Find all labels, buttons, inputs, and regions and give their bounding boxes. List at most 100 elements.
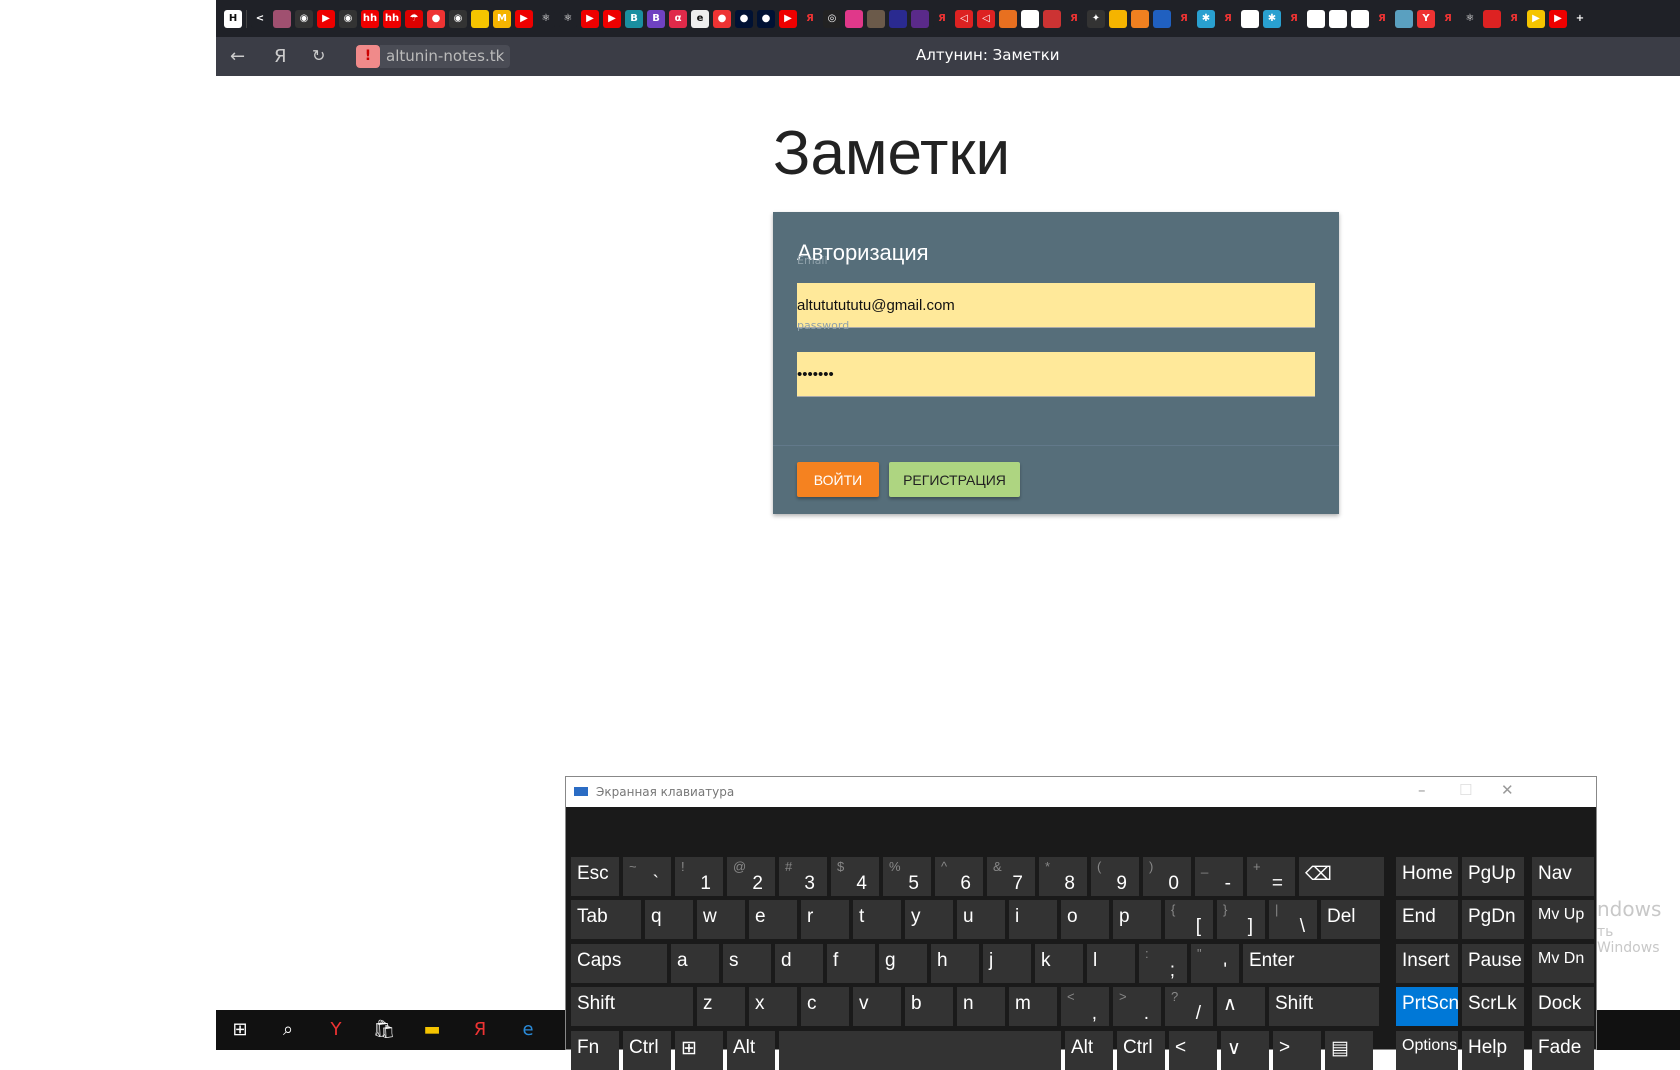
chart-icon[interactable] (1109, 9, 1127, 28)
map-pin-icon[interactable]: ● (713, 9, 731, 28)
key-e[interactable]: e (749, 900, 797, 939)
yandex-browser-icon[interactable]: Y (1417, 9, 1435, 28)
key-o[interactable]: o (1061, 900, 1109, 939)
yandex-icon[interactable]: Я (468, 1018, 492, 1042)
key-/[interactable]: ? / (1165, 987, 1213, 1026)
key-dock[interactable]: Dock (1532, 987, 1594, 1026)
key-Alt[interactable]: Alt (727, 1031, 775, 1070)
soundwave-icon[interactable] (273, 9, 291, 28)
key-8[interactable]: * 8 (1039, 857, 1087, 896)
key-v[interactable]: v (853, 987, 901, 1026)
pdf-icon[interactable]: e (691, 9, 709, 28)
key-Alt[interactable]: Alt (1065, 1031, 1113, 1070)
reload-icon[interactable]: ↻ (312, 46, 325, 65)
key-⌫[interactable]: ⌫ (1299, 857, 1384, 896)
key-m[interactable]: m (1009, 987, 1057, 1026)
key-scrlk[interactable]: ScrLk (1462, 987, 1524, 1026)
address-bar[interactable]: altunin-notes.tk (380, 45, 511, 68)
key-home[interactable]: Home (1396, 857, 1458, 896)
youtube-icon[interactable]: ▶ (779, 9, 797, 28)
key-pause[interactable]: Pause (1462, 944, 1524, 983)
email-field[interactable] (797, 283, 1315, 328)
close-icon[interactable]: ✕ (1501, 781, 1514, 799)
minimize-icon[interactable]: – (1418, 781, 1426, 799)
key-g[interactable]: g (879, 944, 927, 983)
key-Enter[interactable]: Enter (1243, 944, 1380, 983)
key-l[interactable]: l (1087, 944, 1135, 983)
key-3[interactable]: #3 (779, 857, 827, 896)
key-2[interactable]: @2 (727, 857, 775, 896)
key-∨[interactable]: ∨ (1221, 1031, 1269, 1070)
key-Caps[interactable]: Caps (571, 944, 667, 983)
password-field[interactable] (797, 352, 1315, 397)
key-▤[interactable]: ▤ (1325, 1031, 1373, 1070)
red-book-icon[interactable] (1483, 9, 1501, 28)
yandex-icon[interactable]: Я (1175, 9, 1193, 28)
yandex-browser-icon[interactable]: Y (324, 1018, 348, 1042)
triangle-red-icon[interactable]: ◁ (955, 9, 973, 28)
key-r[interactable]: r (801, 900, 849, 939)
key-,[interactable]: <, (1061, 987, 1109, 1026)
h-logo-icon[interactable]: H (224, 9, 242, 28)
react-b-icon[interactable]: B (625, 9, 643, 28)
key-t[interactable]: t (853, 900, 901, 939)
key-k[interactable]: k (1035, 944, 1083, 983)
rocket-icon[interactable] (1043, 9, 1061, 28)
store-icon[interactable]: 🛍 (372, 1018, 396, 1042)
key-Shift[interactable]: Shift (571, 987, 693, 1026)
key-;[interactable]: :; (1139, 944, 1187, 983)
circle-blue-icon[interactable] (889, 9, 907, 28)
key-0[interactable]: ) 0 (1143, 857, 1191, 896)
github-icon[interactable]: ◉ (339, 9, 357, 28)
react-icon[interactable]: ⚛ (559, 9, 577, 28)
key-z[interactable]: z (697, 987, 745, 1026)
key-options[interactable]: Options (1396, 1031, 1458, 1070)
key-fade[interactable]: Fade (1532, 1031, 1594, 1070)
snowflake-icon[interactable]: ✱ (1263, 9, 1281, 28)
key-mv-up[interactable]: Mv Up (1532, 900, 1594, 939)
key-nav[interactable]: Nav (1532, 857, 1594, 896)
key-1[interactable]: ! 1 (675, 857, 723, 896)
bootstrap-icon[interactable]: B (647, 9, 665, 28)
key-.[interactable]: >. (1113, 987, 1161, 1026)
youtube-icon[interactable]: ▶ (515, 9, 533, 28)
github-icon[interactable]: ◉ (449, 9, 467, 28)
key-∧[interactable]: ∧ (1217, 987, 1265, 1026)
key-Tab[interactable]: Tab (571, 900, 641, 939)
login-button[interactable]: ВОЙТИ (797, 462, 879, 497)
yandex-icon[interactable]: Я (1439, 9, 1457, 28)
key-n[interactable]: n (957, 987, 1005, 1026)
key-5[interactable]: % 5 (883, 857, 931, 896)
yandex-icon[interactable]: Я (274, 46, 287, 67)
yandex-icon[interactable]: Я (1285, 9, 1303, 28)
key-Ctrl[interactable]: Ctrl (623, 1031, 671, 1070)
yandex-icon[interactable]: Я (1219, 9, 1237, 28)
key-pgdn[interactable]: PgDn (1462, 900, 1524, 939)
maff-icon[interactable] (911, 9, 929, 28)
key-mv-dn[interactable]: Mv Dn (1532, 944, 1594, 983)
key-w[interactable]: w (697, 900, 745, 939)
triangle-red-icon[interactable]: ◁ (977, 9, 995, 28)
pin-blue-icon[interactable]: ● (735, 9, 753, 28)
doc-icon[interactable] (1021, 9, 1039, 28)
key-insert[interactable]: Insert (1396, 944, 1458, 983)
yellow-doc-icon[interactable] (471, 9, 489, 28)
maximize-icon[interactable]: ☐ (1459, 781, 1472, 799)
key-6[interactable]: ^ 6 (935, 857, 983, 896)
fox-icon[interactable] (999, 9, 1017, 28)
key-i[interactable]: i (1009, 900, 1057, 939)
react-icon[interactable]: ⚛ (1461, 9, 1479, 28)
wave-icon[interactable] (1153, 9, 1171, 28)
key-`[interactable]: ~ ` (623, 857, 671, 896)
umbrella-icon[interactable]: ☂ (405, 9, 423, 28)
key-h[interactable]: h (931, 944, 979, 983)
pin-blue-icon[interactable]: ● (757, 9, 775, 28)
key-d[interactable]: d (775, 944, 823, 983)
yandex-icon[interactable]: Я (1373, 9, 1391, 28)
doc-icon[interactable] (1307, 9, 1325, 28)
youtube-icon[interactable]: ▶ (317, 9, 335, 28)
react-icon[interactable]: ⚛ (537, 9, 555, 28)
key-[[interactable]: {[ (1165, 900, 1213, 939)
register-button[interactable]: РЕГИСТРАЦИЯ (889, 462, 1020, 497)
play-yellow-icon[interactable]: ▶ (1527, 9, 1545, 28)
